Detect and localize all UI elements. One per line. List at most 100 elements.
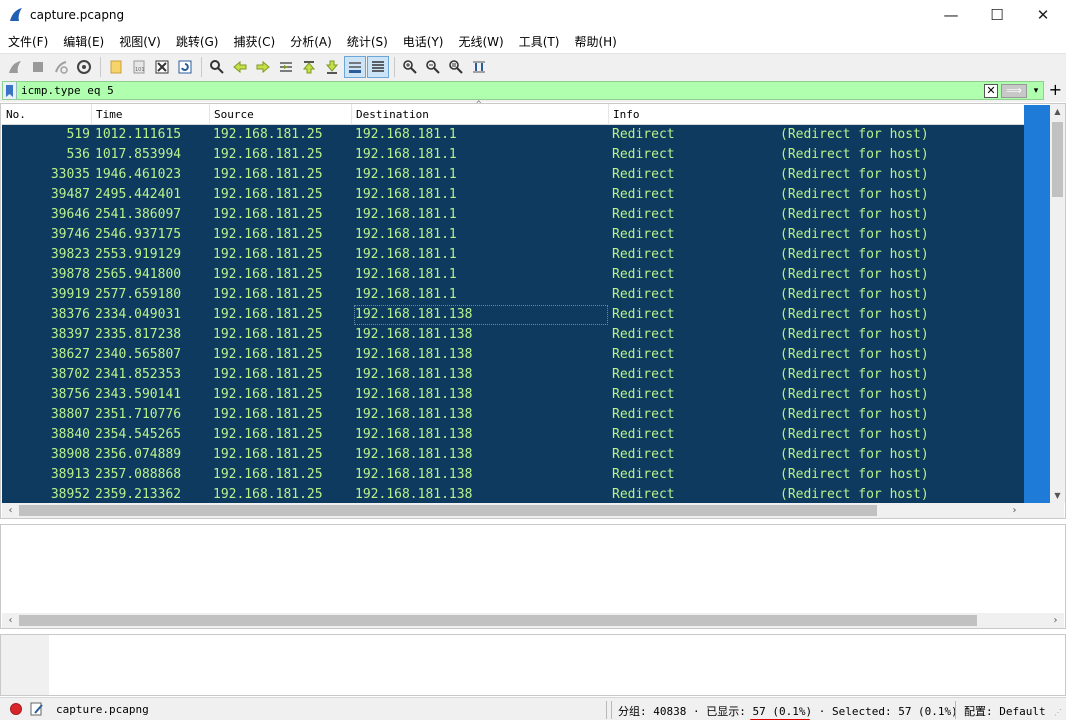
minimize-button[interactable]: — bbox=[928, 0, 974, 30]
packet-info-cell: Redirect bbox=[612, 287, 675, 302]
display-filter-input[interactable]: icmp.type eq 5 ✕ ⟹ ▾ bbox=[2, 81, 1044, 100]
packet-source-cell: 192.168.181.25 bbox=[213, 367, 323, 382]
column-info[interactable]: Info bbox=[609, 104, 1024, 125]
scroll-left-icon[interactable]: ‹ bbox=[3, 503, 18, 518]
filter-history-dropdown-icon[interactable]: ▾ bbox=[1029, 84, 1043, 98]
scroll-right-icon[interactable]: › bbox=[1007, 503, 1022, 518]
close-button[interactable]: ✕ bbox=[1020, 0, 1066, 30]
zoom-in-icon[interactable] bbox=[399, 56, 421, 78]
packet-row[interactable]: 38807 2351.710776 192.168.181.25 192.168.18… bbox=[2, 405, 1024, 425]
packet-row[interactable]: 38840 2354.545265 192.168.181.25 192.168.18… bbox=[2, 425, 1024, 445]
packet-bytes-pane[interactable] bbox=[0, 634, 1066, 696]
first-packet-icon[interactable] bbox=[298, 56, 320, 78]
packet-row[interactable]: 536 1017.853994 192.168.181.25 192.168.181.… bbox=[2, 145, 1024, 165]
autoscroll-icon[interactable] bbox=[344, 56, 366, 78]
resize-grip-icon[interactable]: ⋰ bbox=[1054, 708, 1064, 718]
packet-info-cell: Redirect bbox=[612, 407, 675, 422]
capture-options-icon[interactable] bbox=[73, 56, 95, 78]
packet-destination-cell: 192.168.181.1 bbox=[355, 187, 457, 202]
packet-info-detail-cell: (Redirect for host) bbox=[780, 427, 929, 442]
packet-row[interactable]: 39746 2546.937175 192.168.181.25 192.168.18… bbox=[2, 225, 1024, 245]
packet-source-cell: 192.168.181.25 bbox=[213, 207, 323, 222]
packet-row[interactable]: 38908 2356.074889 192.168.181.25 192.168.18… bbox=[2, 445, 1024, 465]
colorize-icon[interactable] bbox=[367, 56, 389, 78]
menu-capture[interactable]: 捕获(C) bbox=[233, 33, 275, 50]
horizontal-scrollbar[interactable]: ‹ › bbox=[2, 503, 1064, 518]
scroll-down-icon[interactable]: ▼ bbox=[1050, 488, 1065, 503]
packet-info-cell: Redirect bbox=[612, 247, 675, 262]
packet-row[interactable]: 39823 2553.919129 192.168.181.25 192.168.18… bbox=[2, 245, 1024, 265]
horizontal-scrollbar[interactable]: ‹ › bbox=[2, 613, 1064, 628]
edit-comment-icon[interactable] bbox=[30, 702, 44, 716]
menu-view[interactable]: 视图(V) bbox=[119, 33, 161, 50]
zoom-out-icon[interactable] bbox=[422, 56, 444, 78]
close-file-icon[interactable] bbox=[151, 56, 173, 78]
packet-time-cell: 2335.817238 bbox=[95, 327, 182, 342]
menu-telephony[interactable]: 电话(Y) bbox=[403, 33, 444, 50]
scroll-thumb[interactable] bbox=[19, 505, 877, 516]
packet-row[interactable]: 38397 2335.817238 192.168.181.25 192.168.18… bbox=[2, 325, 1024, 345]
zoom-normal-icon[interactable] bbox=[445, 56, 467, 78]
clear-filter-icon[interactable]: ✕ bbox=[984, 83, 998, 98]
forward-icon[interactable] bbox=[252, 56, 274, 78]
resize-columns-icon[interactable] bbox=[468, 56, 490, 78]
column-no[interactable]: No. bbox=[2, 104, 92, 125]
menu-analyze[interactable]: 分析(A) bbox=[290, 33, 332, 50]
menu-help[interactable]: 帮助(H) bbox=[574, 33, 616, 50]
filter-bookmark-icon[interactable] bbox=[3, 82, 17, 99]
menu-statistics[interactable]: 统计(S) bbox=[347, 33, 388, 50]
packet-details-pane[interactable]: ‹ › bbox=[0, 524, 1066, 629]
maximize-button[interactable]: ☐ bbox=[974, 0, 1020, 30]
scroll-right-icon[interactable]: › bbox=[1048, 613, 1063, 628]
packet-row[interactable]: 39646 2541.386097 192.168.181.25 192.168.18… bbox=[2, 205, 1024, 225]
packet-row[interactable]: 33035 1946.461023 192.168.181.25 192.168.18… bbox=[2, 165, 1024, 185]
find-icon[interactable] bbox=[206, 56, 228, 78]
go-to-packet-icon[interactable] bbox=[275, 56, 297, 78]
packet-row[interactable]: 38376 2334.049031 192.168.181.25 192.168.18… bbox=[2, 305, 1024, 325]
packet-info-detail-cell: (Redirect for host) bbox=[780, 127, 929, 142]
shark-start-icon[interactable] bbox=[4, 56, 26, 78]
packet-row[interactable]: 38627 2340.565807 192.168.181.25 192.168.18… bbox=[2, 345, 1024, 365]
packet-row[interactable]: 38913 2357.088868 192.168.181.25 192.168.18… bbox=[2, 465, 1024, 485]
packet-row[interactable]: 519 1012.111615 192.168.181.25 192.168.181.… bbox=[2, 125, 1024, 145]
packet-row[interactable]: 38952 2359.213362 192.168.181.25 192.168.18… bbox=[2, 485, 1024, 503]
status-packet-stats: 分组: 40838 · 已显示: 57 (0.1%) · Selected: 5… bbox=[618, 703, 958, 720]
add-filter-button-icon[interactable]: + bbox=[1049, 81, 1062, 99]
last-packet-icon[interactable] bbox=[321, 56, 343, 78]
packet-info-cell: Redirect bbox=[612, 387, 675, 402]
open-file-icon[interactable] bbox=[105, 56, 127, 78]
packet-list-header: No. Time Source Destination Info ^ bbox=[2, 100, 1024, 125]
menu-tools[interactable]: 工具(T) bbox=[519, 33, 560, 50]
packet-time-cell: 2343.590141 bbox=[95, 387, 182, 402]
menu-go[interactable]: 跳转(G) bbox=[176, 33, 219, 50]
packet-time-cell: 2553.919129 bbox=[95, 247, 182, 262]
packet-list-row-highlight-strip bbox=[1024, 105, 1050, 503]
packet-row[interactable]: 39878 2565.941800 192.168.181.25 192.168.18… bbox=[2, 265, 1024, 285]
packet-row[interactable]: 38702 2341.852353 192.168.181.25 192.168.18… bbox=[2, 365, 1024, 385]
expert-info-icon[interactable] bbox=[10, 703, 22, 715]
vertical-scrollbar[interactable]: ▲ ▼ bbox=[1050, 104, 1065, 503]
packet-row[interactable]: 39919 2577.659180 192.168.181.25 192.168.18… bbox=[2, 285, 1024, 305]
back-icon[interactable] bbox=[229, 56, 251, 78]
save-file-icon[interactable]: 101 bbox=[128, 56, 150, 78]
menu-edit[interactable]: 编辑(E) bbox=[63, 33, 104, 50]
menu-wireless[interactable]: 无线(W) bbox=[459, 33, 504, 50]
status-profile[interactable]: 配置: Default bbox=[964, 703, 1046, 719]
stop-icon[interactable] bbox=[27, 56, 49, 78]
filter-expression[interactable]: icmp.type eq 5 bbox=[17, 84, 984, 97]
packet-row[interactable]: 39487 2495.442401 192.168.181.25 192.168.18… bbox=[2, 185, 1024, 205]
reload-icon[interactable] bbox=[174, 56, 196, 78]
packet-destination-cell: 192.168.181.138 bbox=[355, 447, 473, 462]
scroll-up-icon[interactable]: ▲ bbox=[1050, 104, 1065, 119]
scroll-left-icon[interactable]: ‹ bbox=[3, 613, 18, 628]
apply-filter-icon[interactable]: ⟹ bbox=[1001, 83, 1027, 98]
focused-cell-outline bbox=[354, 305, 608, 325]
scroll-thumb[interactable] bbox=[19, 615, 977, 626]
column-time[interactable]: Time bbox=[92, 104, 210, 125]
menu-file[interactable]: 文件(F) bbox=[8, 33, 48, 50]
scroll-thumb[interactable] bbox=[1052, 122, 1063, 197]
column-source[interactable]: Source bbox=[210, 104, 352, 125]
restart-icon[interactable] bbox=[50, 56, 72, 78]
packet-source-cell: 192.168.181.25 bbox=[213, 307, 323, 322]
packet-row[interactable]: 38756 2343.590141 192.168.181.25 192.168.18… bbox=[2, 385, 1024, 405]
